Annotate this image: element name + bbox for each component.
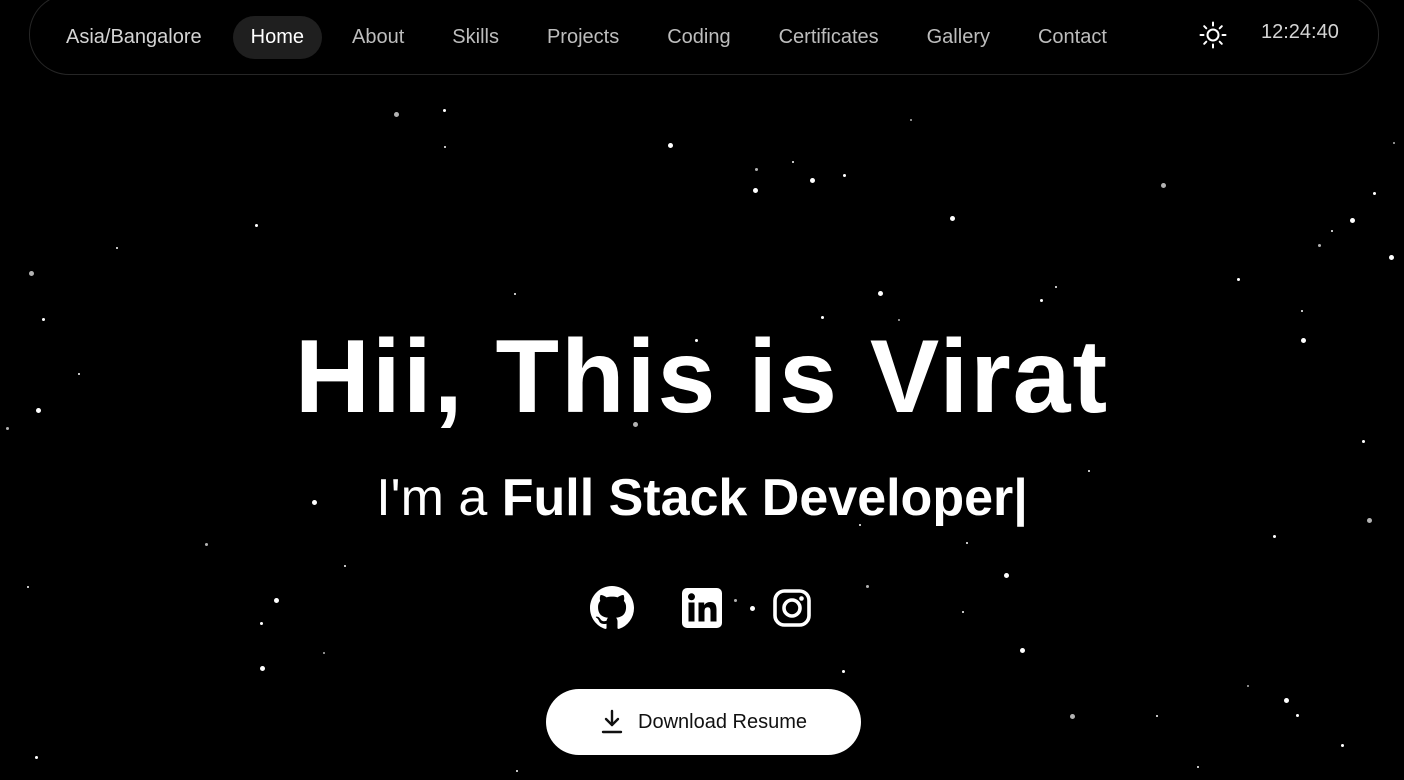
star bbox=[966, 542, 968, 544]
star bbox=[393, 111, 399, 117]
star bbox=[254, 223, 258, 227]
nav-link-about[interactable]: About bbox=[334, 16, 422, 59]
star bbox=[442, 108, 446, 112]
star bbox=[1388, 254, 1394, 260]
star bbox=[1003, 572, 1009, 578]
star bbox=[809, 177, 815, 183]
star bbox=[1393, 142, 1395, 144]
star bbox=[792, 161, 794, 163]
star bbox=[949, 215, 955, 221]
star bbox=[27, 586, 29, 588]
star bbox=[1301, 310, 1303, 312]
star bbox=[1272, 534, 1276, 538]
star bbox=[514, 293, 516, 295]
star bbox=[1317, 243, 1321, 247]
star bbox=[962, 611, 964, 613]
star bbox=[273, 597, 279, 603]
star bbox=[1039, 298, 1043, 302]
star bbox=[41, 317, 45, 321]
linkedin-icon[interactable] bbox=[680, 586, 724, 630]
star bbox=[1349, 217, 1355, 223]
nav-link-gallery[interactable]: Gallery bbox=[909, 16, 1008, 59]
star bbox=[1069, 713, 1075, 719]
star bbox=[1019, 647, 1025, 653]
nav-link-skills[interactable]: Skills bbox=[434, 16, 517, 59]
star bbox=[1372, 191, 1376, 195]
star bbox=[841, 669, 845, 673]
star bbox=[28, 270, 34, 276]
star bbox=[204, 542, 208, 546]
sun-icon[interactable] bbox=[1198, 20, 1228, 50]
star bbox=[1340, 743, 1344, 747]
star bbox=[34, 755, 38, 759]
star bbox=[344, 565, 346, 567]
nav-link-contact[interactable]: Contact bbox=[1020, 16, 1125, 59]
nav-link-coding[interactable]: Coding bbox=[649, 16, 748, 59]
star bbox=[1236, 277, 1240, 281]
star bbox=[1295, 713, 1299, 717]
subtitle-prefix: I'm a bbox=[376, 469, 502, 527]
star bbox=[1197, 766, 1199, 768]
star bbox=[1055, 286, 1057, 288]
nav-link-home[interactable]: Home bbox=[232, 16, 323, 59]
nav-link-certificates[interactable]: Certificates bbox=[761, 16, 897, 59]
star bbox=[1247, 685, 1249, 687]
star bbox=[1160, 182, 1166, 188]
download-icon bbox=[601, 709, 623, 734]
star bbox=[116, 247, 118, 249]
star bbox=[1361, 439, 1365, 443]
nav-links: Home About Skills Projects Coding Certif… bbox=[232, 16, 1137, 59]
hero-title: Hii, This is Virat bbox=[294, 319, 1110, 435]
instagram-icon[interactable] bbox=[770, 586, 814, 630]
star bbox=[877, 290, 883, 296]
star bbox=[1156, 715, 1158, 717]
star bbox=[865, 584, 869, 588]
star bbox=[1331, 230, 1333, 232]
star bbox=[910, 119, 912, 121]
timezone-label: Asia/Bangalore bbox=[66, 26, 202, 48]
clock-time: 12:24:40 bbox=[1261, 21, 1339, 43]
download-resume-label: Download Resume bbox=[638, 710, 807, 733]
typewriter-role: Full Stack Developer| bbox=[501, 469, 1028, 527]
star bbox=[444, 146, 446, 148]
star bbox=[842, 173, 846, 177]
social-links bbox=[590, 586, 814, 630]
github-icon[interactable] bbox=[590, 586, 634, 630]
star bbox=[259, 621, 263, 625]
star bbox=[516, 770, 518, 772]
star bbox=[754, 167, 758, 171]
hero-subtitle: I'm a Full Stack Developer| bbox=[0, 468, 1404, 528]
download-resume-button[interactable]: Download Resume bbox=[546, 689, 861, 755]
star bbox=[323, 652, 325, 654]
nav-link-projects[interactable]: Projects bbox=[529, 16, 637, 59]
star bbox=[667, 142, 673, 148]
star bbox=[1283, 697, 1289, 703]
star bbox=[752, 187, 758, 193]
star bbox=[259, 665, 265, 671]
top-navbar: Asia/Bangalore Home About Skills Project… bbox=[29, 0, 1379, 75]
